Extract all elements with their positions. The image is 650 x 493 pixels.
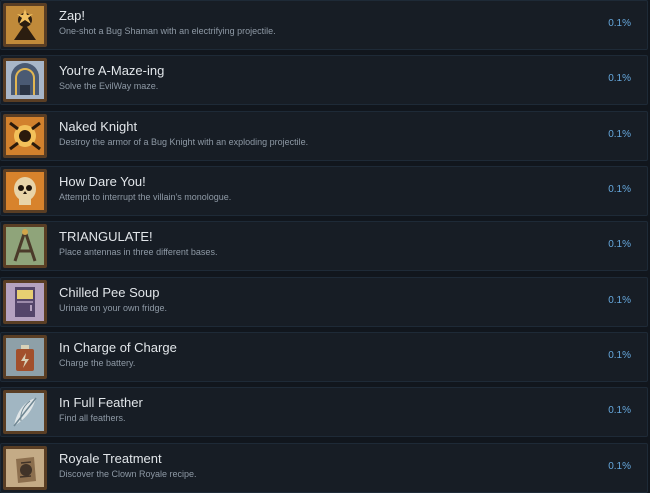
achievement-description: Discover the Clown Royale recipe.: [59, 469, 197, 479]
achievement-description: Urinate on your own fridge.: [59, 303, 168, 313]
achievement-row: In Full Feather Find all feathers. 0.1%: [0, 387, 648, 437]
unlock-percent: 0.1%: [608, 405, 631, 416]
achievement-title: TRIANGULATE!: [59, 229, 153, 244]
achievement-description: Find all feathers.: [59, 413, 126, 423]
achievement-title: Royale Treatment: [59, 451, 162, 466]
achievement-description: Destroy the armor of a Bug Knight with a…: [59, 137, 309, 147]
battery-icon: [3, 335, 47, 379]
achievement-description: Place antennas in three different bases.: [59, 247, 218, 257]
knight-icon: [3, 114, 47, 158]
antenna-icon: [3, 224, 47, 268]
achievement-description: One-shot a Bug Shaman with an electrifyi…: [59, 26, 276, 36]
achievement-row: Zap! One-shot a Bug Shaman with an electr…: [0, 0, 648, 50]
unlock-percent: 0.1%: [608, 350, 631, 361]
achievement-row: Chilled Pee Soup Urinate on your own frid…: [0, 277, 648, 327]
recipe-icon: [3, 446, 47, 490]
feather-icon: [3, 390, 47, 434]
maze-arch-icon: [3, 58, 47, 102]
skull-icon: [3, 169, 47, 213]
achievement-row: You're A-Maze-ing Solve the EvilWay maze.…: [0, 55, 648, 105]
unlock-percent: 0.1%: [608, 239, 631, 250]
fridge-icon: [3, 280, 47, 324]
unlock-percent: 0.1%: [608, 295, 631, 306]
shaman-icon: [3, 3, 47, 47]
unlock-percent: 0.1%: [608, 184, 631, 195]
achievement-row: Royale Treatment Discover the Clown Royal…: [0, 443, 648, 493]
achievement-row: In Charge of Charge Charge the battery. 0.…: [0, 332, 648, 382]
achievement-description: Charge the battery.: [59, 358, 136, 368]
achievement-title: In Full Feather: [59, 395, 143, 410]
unlock-percent: 0.1%: [608, 73, 631, 84]
unlock-percent: 0.1%: [608, 129, 631, 140]
achievement-row: Naked Knight Destroy the armor of a Bug K…: [0, 111, 648, 161]
achievement-description: Attempt to interrupt the villain's monol…: [59, 192, 232, 202]
achievement-title: Naked Knight: [59, 119, 138, 134]
achievement-title: How Dare You!: [59, 174, 146, 189]
achievement-title: In Charge of Charge: [59, 340, 177, 355]
achievement-row: TRIANGULATE! Place antennas in three diff…: [0, 221, 648, 271]
achievement-list: Zap! One-shot a Bug Shaman with an electr…: [0, 0, 650, 493]
achievement-title: Chilled Pee Soup: [59, 285, 160, 300]
achievement-row: How Dare You! Attempt to interrupt the vi…: [0, 166, 648, 216]
achievement-title: Zap!: [59, 8, 86, 23]
unlock-percent: 0.1%: [608, 461, 631, 472]
achievement-description: Solve the EvilWay maze.: [59, 81, 159, 91]
unlock-percent: 0.1%: [608, 18, 631, 29]
achievement-title: You're A-Maze-ing: [59, 63, 165, 78]
